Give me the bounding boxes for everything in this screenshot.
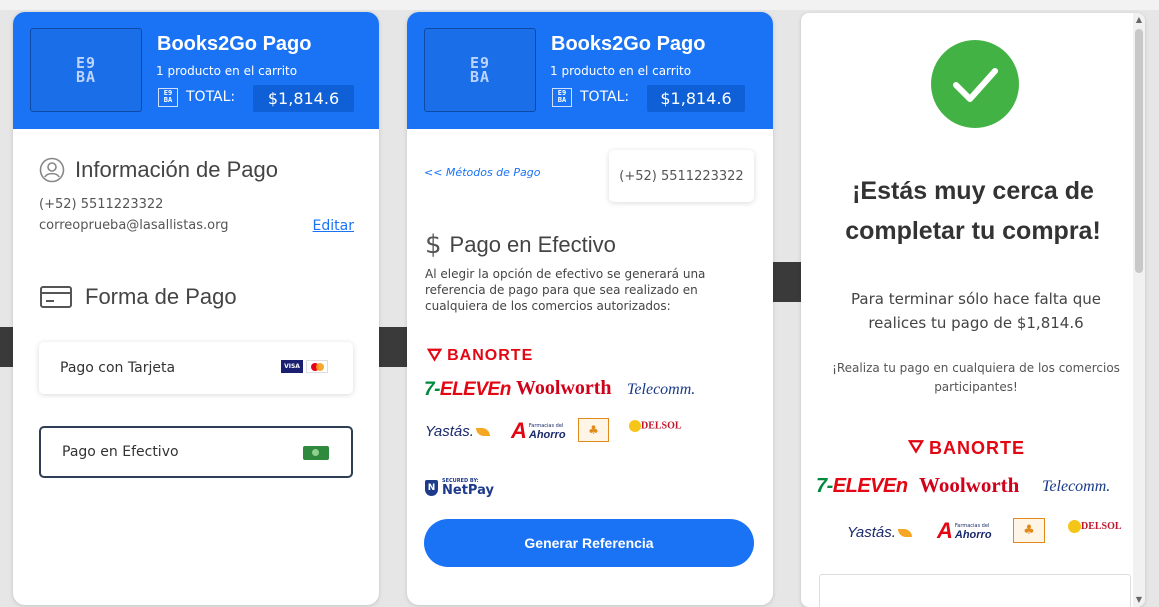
payment-method-heading: Forma de Pago	[39, 284, 237, 310]
scrollbar[interactable]: ▲ ▼	[1133, 13, 1145, 607]
cart-summary: 1 producto en el carrito	[156, 64, 298, 78]
confirmation-title: ¡Estás muy cerca de completar tu compra!	[845, 177, 1101, 245]
store-name: Books2Go Pago	[551, 33, 706, 55]
total-row: E9 BA TOTAL:	[552, 85, 629, 109]
del-sol-logo: DELSOL	[629, 420, 682, 432]
back-to-methods-link[interactable]: << Métodos de Pago	[424, 166, 541, 179]
user-phone: (+52) 5511223322	[39, 197, 164, 212]
confirmation-text: Para terminar sólo hace falta que realic…	[851, 290, 1101, 332]
checkout-header: E9 BA Books2Go Pago 1 producto en el carr…	[13, 12, 379, 129]
generate-reference-button[interactable]: Generar Referencia	[424, 519, 754, 567]
payment-info-title: Información de Pago	[75, 157, 279, 182]
total-value: $1,814.6	[253, 85, 354, 112]
scroll-up-icon[interactable]: ▲	[1133, 13, 1145, 27]
user-email: correoprueba@lasallistas.org	[39, 218, 229, 233]
confirmation-subtext: ¡Realiza tu pago en cualquiera de los co…	[832, 361, 1120, 394]
seven-eleven-logo: 7-ELEVEn	[816, 475, 908, 497]
phone-card: (+52) 5511223322	[609, 150, 754, 202]
success-check-icon	[931, 40, 1019, 128]
cash-option-label: Pago en Efectivo	[62, 444, 179, 460]
visa-icon: VISA	[281, 360, 303, 373]
cash-payment-title: Pago en Efectivo	[449, 232, 616, 257]
mini-logo-icon: E9 BA	[158, 87, 178, 107]
total-value: $1,814.6	[647, 85, 745, 112]
total-label: TOTAL:	[186, 89, 236, 105]
dollar-icon: $	[425, 230, 442, 260]
banorte-logo: ⛛ BANORTE	[427, 345, 534, 365]
mastercard-icon	[306, 360, 328, 373]
background-page	[0, 0, 1159, 10]
background-dark-band	[0, 327, 13, 367]
cart-summary: 1 producto en el carrito	[550, 64, 692, 78]
store-logo: E9 BA	[424, 28, 536, 112]
netpay-badge: N SECURED BY: NetPay	[425, 478, 494, 497]
user-circle-icon	[39, 157, 65, 183]
del-sol-logo: DELSOL	[1068, 520, 1122, 533]
farmacias-del-ahorro-logo: A Farmacias del Ahorro	[511, 418, 566, 443]
scroll-down-icon[interactable]: ▼	[1133, 593, 1145, 607]
card-payment-option[interactable]: Pago con Tarjeta VISA	[39, 342, 353, 394]
background-dark-band	[773, 262, 801, 302]
yastas-logo: Yastás.	[425, 423, 490, 440]
mini-logo-icon: E9 BA	[552, 87, 572, 107]
checkout-header: E9 BA Books2Go Pago 1 producto en el carr…	[407, 12, 773, 129]
cash-payment-panel: E9 BA Books2Go Pago 1 producto en el carr…	[407, 12, 773, 605]
cash-payment-option[interactable]: Pago en Efectivo	[39, 426, 353, 478]
netpay-shield-icon: N	[425, 479, 438, 496]
cash-icon	[303, 446, 329, 460]
cash-payment-heading: $ Pago en Efectivo	[425, 230, 616, 260]
seven-eleven-logo: 7-ELEVEn	[424, 379, 511, 400]
woolworth-logo: Woolworth	[919, 473, 1020, 497]
yastas-logo: Yastás.	[847, 524, 912, 541]
edit-link[interactable]: Editar	[313, 218, 354, 234]
payment-info-heading: Información de Pago	[39, 157, 278, 183]
woolworth-logo: Woolworth	[516, 377, 612, 399]
reference-card	[819, 574, 1131, 607]
confirmation-panel: ¡Estás muy cerca de completar tu compra!…	[801, 13, 1145, 607]
store-name: Books2Go Pago	[157, 33, 312, 55]
farmacias-del-ahorro-logo: A Farmacias del Ahorro	[937, 518, 992, 543]
telecomm-logo: Telecomm.	[1042, 478, 1111, 495]
payment-info-panel: E9 BA Books2Go Pago 1 producto en el carr…	[13, 12, 379, 605]
background-dark-band	[379, 327, 407, 367]
total-label: TOTAL:	[580, 89, 630, 105]
card-option-label: Pago con Tarjeta	[60, 360, 176, 376]
farmacias-guadalajara-logo: ♣	[578, 418, 609, 442]
credit-card-icon	[40, 286, 72, 308]
cash-description: Al elegir la opción de efectivo se gener…	[425, 267, 706, 313]
payment-method-title: Forma de Pago	[85, 284, 237, 309]
telecomm-logo: Telecomm.	[627, 381, 696, 398]
store-logo: E9 BA	[30, 28, 142, 112]
farmacias-guadalajara-logo: ♣	[1013, 518, 1045, 543]
scroll-thumb[interactable]	[1135, 29, 1143, 273]
total-row: E9 BA TOTAL:	[158, 85, 235, 109]
banorte-logo: ⛛ BANORTE	[908, 437, 1025, 458]
